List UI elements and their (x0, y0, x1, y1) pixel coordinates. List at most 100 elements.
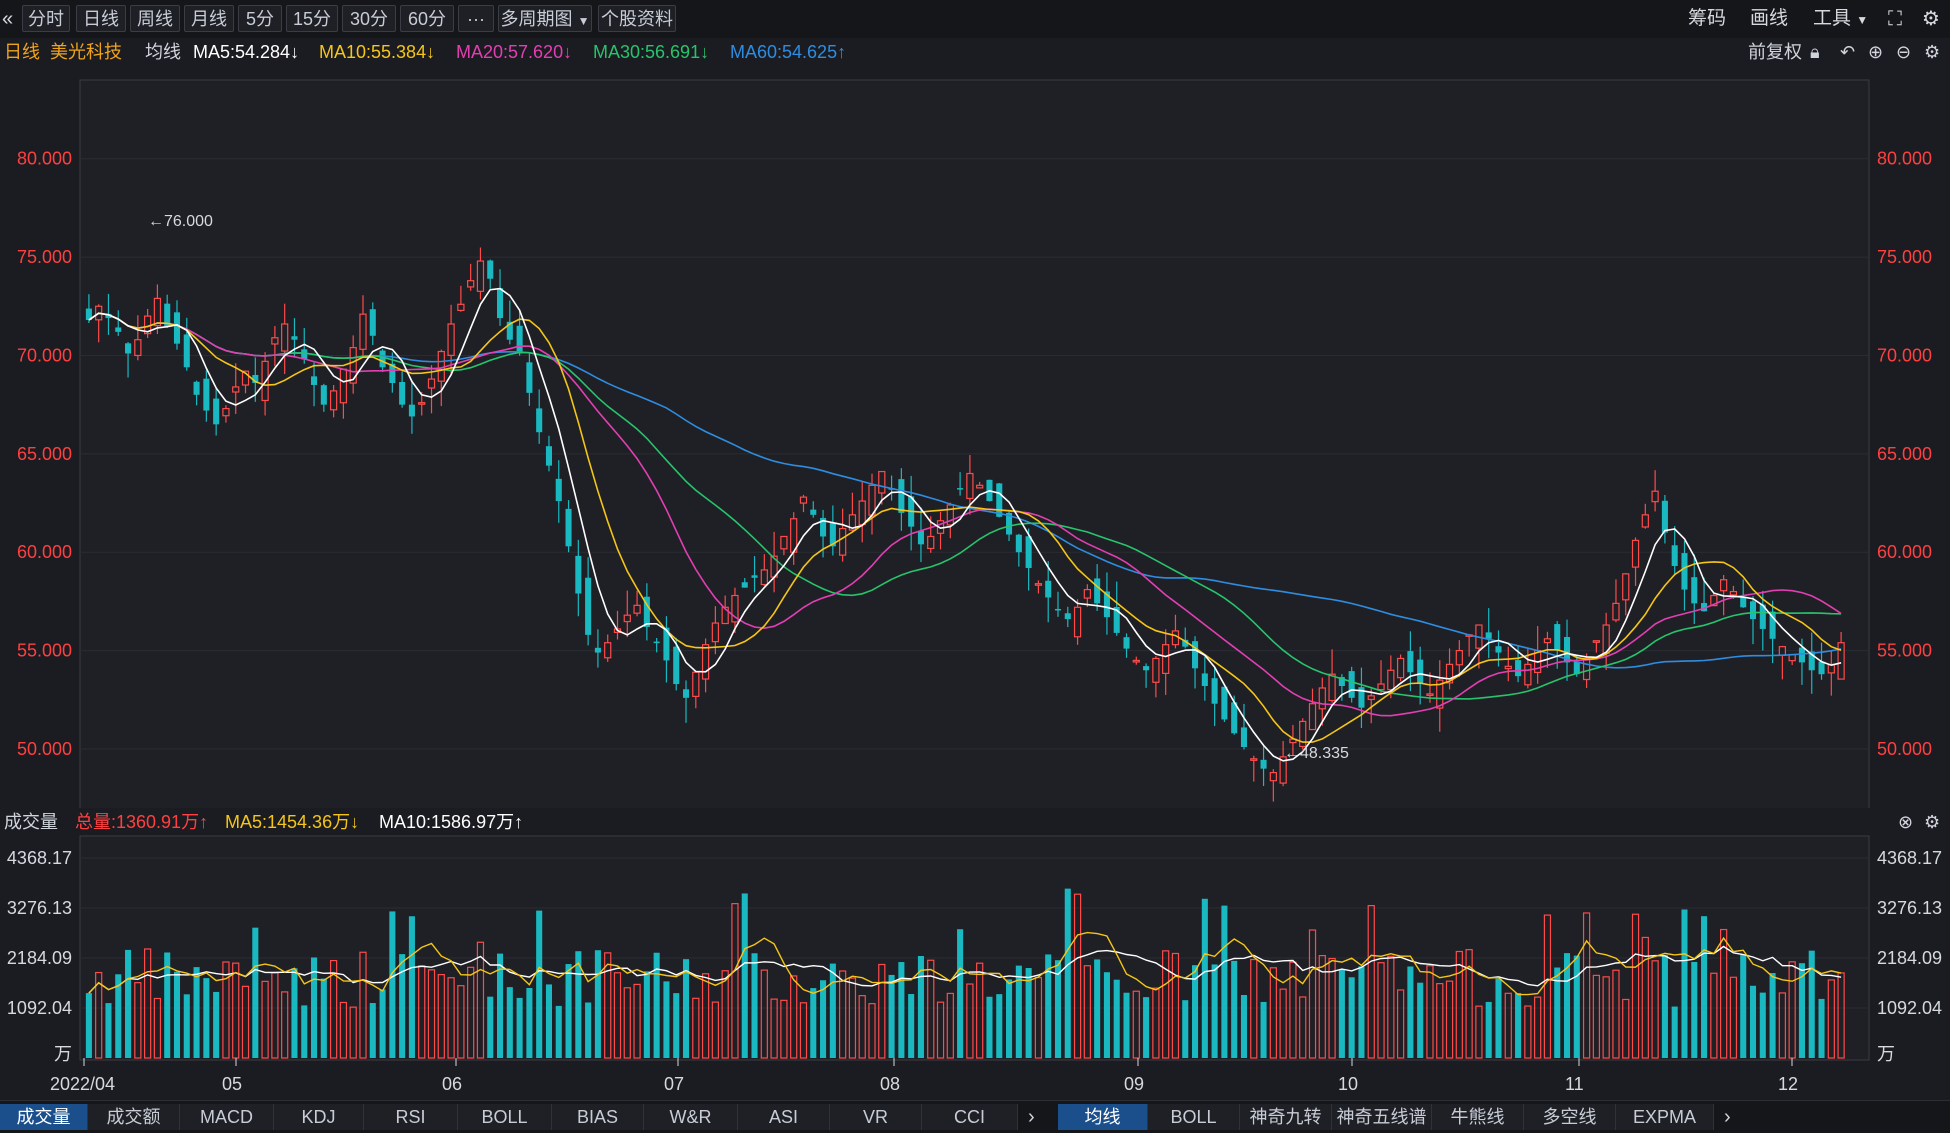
volume-bar (193, 967, 200, 1058)
multi-period-label: 多周期图 (500, 9, 573, 29)
indicator-tab[interactable]: VR (830, 1104, 922, 1130)
volume-bar (1231, 960, 1238, 1058)
volume-bar (173, 971, 181, 1058)
candle-body (213, 398, 220, 425)
volume-tick-label: 1092.04 (7, 998, 72, 1018)
multi-period-dropdown[interactable]: 多周期图 ▼ (498, 5, 592, 32)
candle-body (1094, 578, 1101, 604)
more-button[interactable]: ··· (458, 5, 494, 32)
candle-body (125, 343, 132, 354)
overlay-tab[interactable]: EXPMA (1616, 1104, 1714, 1130)
candle-body (1318, 687, 1326, 710)
zoom-in-icon[interactable]: ⊕ (1868, 40, 1883, 64)
candle-body (1426, 693, 1434, 696)
adjust-mode[interactable]: 前复权 (1748, 40, 1802, 64)
volume-bar (408, 916, 415, 1058)
indicator-tab[interactable]: BIAS (552, 1104, 644, 1130)
indicator-tab[interactable]: MACD (180, 1104, 274, 1130)
volume-bar (594, 950, 601, 1058)
price-tick-label: 50.000 (17, 739, 72, 759)
overlay-tab[interactable]: 牛熊线 (1432, 1104, 1524, 1130)
close-icon[interactable]: ⊗ (1898, 810, 1913, 834)
chips-button[interactable]: 筹码 (1688, 5, 1726, 33)
candle-body (1651, 490, 1659, 503)
candle-body (1387, 669, 1395, 691)
candle-body (369, 309, 376, 336)
x-axis-label: 08 (880, 1074, 900, 1094)
overlay-tab[interactable]: BOLL (1148, 1104, 1240, 1130)
candle-body (839, 528, 847, 556)
volume-bar (369, 1003, 376, 1058)
stock-chart[interactable]: 80.000 75.000 70.000 65.000 60.000 55.000 50.0… (0, 66, 1950, 1100)
overlay-tab[interactable]: 均线 (1058, 1104, 1148, 1130)
draw-line-button[interactable]: 画线 (1750, 5, 1788, 33)
candle-body (1396, 657, 1405, 679)
tab-15min[interactable]: 15分 (286, 5, 338, 32)
volume-bar (1064, 888, 1071, 1058)
tab-60min[interactable]: 60分 (400, 5, 454, 32)
tab-intraday[interactable]: 分时 (22, 5, 70, 32)
candle-body (1691, 577, 1698, 604)
volume-bar (1485, 1001, 1492, 1058)
profile-button[interactable]: 个股资料 (598, 5, 676, 32)
settings-gear-icon[interactable]: ⚙ (1924, 810, 1940, 834)
x-axis-label: 2022/04 (50, 1074, 115, 1094)
overlay-tab[interactable]: 多空线 (1524, 1104, 1616, 1130)
indicator-tab[interactable]: W&R (644, 1104, 738, 1130)
candle-body (1729, 590, 1738, 596)
indicator-tab[interactable]: BOLL (458, 1104, 552, 1130)
tab-daily[interactable]: 日线 (76, 5, 126, 32)
overlay-tab[interactable]: 神奇五线谱 (1332, 1104, 1432, 1130)
candle-body (1720, 579, 1728, 592)
collapse-icon[interactable]: « (2, 5, 13, 33)
indicator-tab[interactable]: 成交额 (88, 1104, 180, 1130)
candle-body (271, 337, 279, 345)
scroll-right-icon[interactable]: › (1724, 1104, 1731, 1130)
price-tick-label: 70.000 (17, 345, 72, 365)
x-axis-label: 07 (664, 1074, 684, 1094)
tools-dropdown[interactable]: 工具 ▼ (1813, 5, 1868, 33)
candle-body (359, 313, 367, 350)
price-tick-label: 55.000 (17, 641, 72, 661)
volume-bar (996, 994, 1003, 1058)
candle-body (408, 404, 415, 417)
indicator-tab[interactable]: ASI (738, 1104, 830, 1130)
settings-gear-icon[interactable]: ⚙ (1922, 5, 1940, 33)
ma60-value: MA60:54.625↑ (730, 42, 847, 62)
x-axis-label: 05 (222, 1074, 242, 1094)
arrow-up-icon: ↑ (514, 812, 524, 832)
lock-icon[interactable]: 🔒︎ (1810, 40, 1820, 64)
volume-bar (1240, 994, 1248, 1058)
fullscreen-icon[interactable]: ⛶ (1888, 5, 1902, 33)
volume-bar (1417, 982, 1424, 1058)
candle-body (203, 378, 210, 411)
volume-bar (1661, 955, 1668, 1058)
price-tick-label: 60.000 (17, 542, 72, 562)
tab-weekly[interactable]: 周线 (130, 5, 180, 32)
overlay-tab[interactable]: 神奇九转 (1240, 1104, 1332, 1130)
candle-body (134, 339, 142, 357)
undo-icon[interactable]: ↶ (1840, 40, 1855, 64)
candle-body (1417, 659, 1424, 685)
x-axis-label: 09 (1124, 1074, 1144, 1094)
volume-panel (79, 835, 1870, 1061)
indicator-tab[interactable]: 成交量 (0, 1104, 88, 1130)
zoom-out-icon[interactable]: ⊖ (1896, 40, 1911, 64)
candle-body (1622, 573, 1630, 601)
scroll-right-icon[interactable]: › (1028, 1104, 1035, 1130)
tab-5min[interactable]: 5分 (238, 5, 282, 32)
volume-bar (164, 952, 171, 1058)
candle-body (878, 470, 886, 494)
volume-bar (829, 963, 836, 1058)
volume-bar (751, 953, 758, 1058)
tab-monthly[interactable]: 月线 (184, 5, 234, 32)
tab-30min[interactable]: 30分 (342, 5, 396, 32)
candle-body (1740, 597, 1747, 608)
volume-bar (105, 1003, 112, 1058)
indicator-tab[interactable]: RSI (364, 1104, 458, 1130)
settings-gear-icon[interactable]: ⚙ (1924, 40, 1940, 64)
indicator-tab[interactable]: KDJ (274, 1104, 364, 1130)
indicator-tab[interactable]: CCI (922, 1104, 1018, 1130)
candle-body (1661, 500, 1668, 533)
caret-down-icon: ▼ (577, 14, 590, 28)
